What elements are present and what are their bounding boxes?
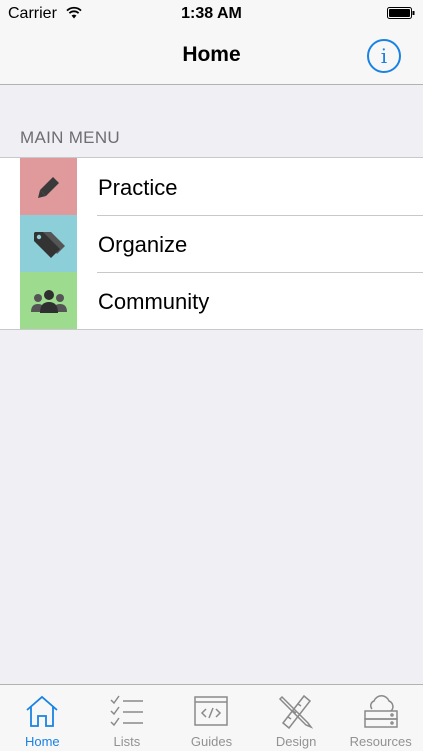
status-bar: Carrier 1:38 AM bbox=[0, 0, 423, 28]
cloud-drive-icon bbox=[363, 695, 398, 728]
info-icon: i bbox=[380, 44, 388, 68]
code-window-icon bbox=[194, 696, 229, 726]
menu-item-label: Community bbox=[98, 289, 210, 314]
tab-design[interactable]: Design bbox=[254, 685, 339, 751]
menu-item-practice[interactable]: Practice bbox=[0, 158, 423, 215]
people-icon bbox=[20, 272, 77, 329]
tab-label: Home bbox=[24, 734, 60, 749]
tab-home[interactable]: Home bbox=[0, 685, 85, 751]
status-time: 1:38 AM bbox=[181, 5, 242, 22]
page-title: Home bbox=[182, 43, 241, 66]
menu-item-organize[interactable]: Organize bbox=[0, 215, 423, 272]
tab-lists[interactable]: Lists bbox=[85, 685, 170, 751]
menu-item-community[interactable]: Community bbox=[0, 272, 423, 329]
pencil-ruler-icon bbox=[279, 694, 314, 729]
tag-icon bbox=[20, 215, 77, 272]
menu-item-label: Practice bbox=[98, 175, 178, 200]
main-menu-list: Practice Organize Community bbox=[0, 157, 423, 330]
checklist-icon bbox=[110, 695, 143, 727]
info-button[interactable]: i bbox=[367, 39, 401, 73]
pencil-icon bbox=[20, 158, 77, 215]
tab-resources[interactable]: Resources bbox=[338, 685, 423, 751]
tab-label: Lists bbox=[113, 734, 141, 749]
tab-label: Design bbox=[275, 734, 317, 749]
house-icon bbox=[26, 695, 58, 727]
navigation-bar: Home i bbox=[0, 28, 423, 85]
tab-guides[interactable]: Guides bbox=[169, 685, 254, 751]
menu-item-label: Organize bbox=[98, 232, 188, 257]
tab-label: Guides bbox=[190, 734, 233, 749]
section-header: MAIN MENU bbox=[20, 128, 120, 147]
battery-icon bbox=[387, 7, 415, 19]
tab-label: Resources bbox=[349, 734, 412, 749]
tab-bar: Home Lists Guides Design Resources bbox=[0, 684, 423, 751]
